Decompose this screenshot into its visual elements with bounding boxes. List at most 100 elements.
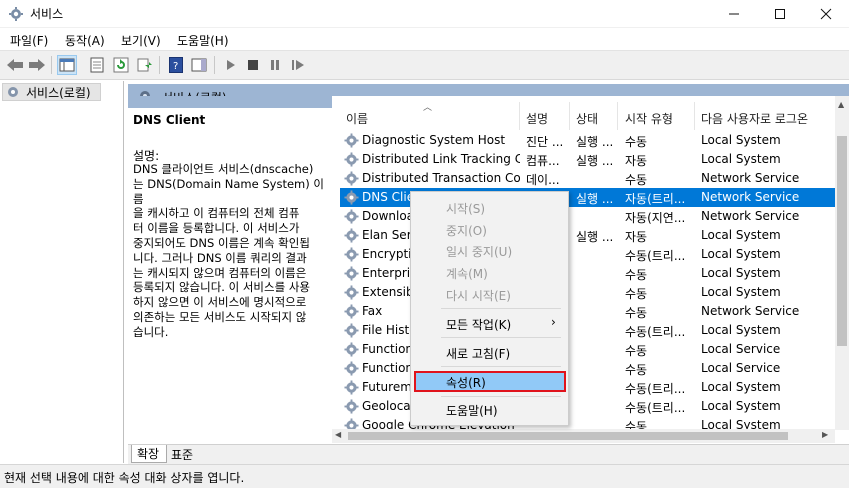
back-button[interactable] — [5, 55, 25, 75]
description-text: DNS 클라이언트 서비스(dnscache) 는 DNS(Domain Name… — [133, 162, 333, 340]
status-text: 현재 선택 내용에 대한 속성 대화 상자를 엽니다. — [4, 471, 245, 485]
service-gear-icon — [344, 171, 359, 186]
services-gear-icon — [9, 7, 23, 21]
service-gear-icon — [344, 152, 359, 167]
cell-desc: 데이... — [526, 173, 560, 187]
menu-separator — [441, 308, 561, 309]
console-tree-icon[interactable] — [57, 55, 77, 75]
forward-button[interactable] — [27, 55, 47, 75]
vertical-scrollbar[interactable]: ▲ — [835, 96, 849, 430]
menu-item-pause[interactable]: 일시 중지(U) — [446, 243, 512, 260]
refresh-icon[interactable] — [111, 55, 131, 75]
services-gear-icon — [8, 87, 18, 97]
column-header-logon-as[interactable]: 다음 사용자로 로그온 — [701, 110, 808, 127]
column-header-startup-type[interactable]: 시작 유형 — [625, 110, 673, 127]
horizontal-scroll-thumb[interactable] — [348, 432, 788, 440]
menu-item-resume[interactable]: 계속(M) — [446, 265, 488, 282]
cell-startup: 수동 — [625, 344, 648, 358]
cell-name: Diagnostic System Host — [362, 133, 506, 147]
horizontal-scrollbar[interactable]: ◀ ▶ — [332, 429, 835, 443]
menu-item-start[interactable]: 시작(S) — [446, 200, 485, 217]
description-line: DNS 클라이언트 서비스(dnscache) — [133, 162, 314, 176]
tab-extended[interactable]: 확장 — [131, 445, 167, 463]
service-gear-icon — [344, 323, 359, 338]
menu-view[interactable]: 보기(V) — [121, 32, 161, 49]
description-line: 는 캐시되지 않으며 컴퓨터의 이름은 — [133, 265, 307, 280]
console-tree — [0, 81, 124, 463]
column-header-status[interactable]: 상태 — [576, 110, 598, 127]
cell-status: 실행 ... — [576, 230, 614, 244]
service-gear-icon — [344, 209, 359, 224]
start-service-icon[interactable] — [221, 55, 241, 75]
context-menu: 시작(S) 중지(O) 일시 중지(U) 계속(M) 다시 시작(E) 모든 작… — [410, 191, 569, 426]
scroll-up-icon[interactable]: ▲ — [838, 100, 844, 109]
service-row[interactable]: Distributed Link Tracking C... 컴퓨... 실행 ..… — [340, 150, 835, 169]
description-line: 터 이름을 등록합니다. 이 서비스가 — [133, 221, 300, 236]
cell-startup: 자동 — [625, 154, 648, 168]
stop-service-icon[interactable] — [243, 55, 263, 75]
service-row[interactable]: Diagnostic System Host 진단 ... 실행 ... 수동 Loca… — [340, 131, 835, 150]
export-list-icon[interactable] — [135, 55, 155, 75]
window-title: 서비스 — [30, 7, 64, 21]
menu-separator — [441, 396, 561, 397]
cell-name: Distributed Transaction Co... — [362, 171, 520, 185]
cell-logon: Network Service — [701, 190, 800, 204]
menu-help[interactable]: 도움말(H) — [177, 32, 229, 49]
menu-item-restart[interactable]: 다시 시작(E) — [446, 287, 511, 304]
description-line: 을 캐시하고 이 컴퓨터의 전체 컴퓨 — [133, 206, 300, 221]
restart-service-icon[interactable] — [288, 55, 308, 75]
cell-desc: 컴퓨... — [526, 154, 560, 168]
description-line: 하지 않으면 이 서비스에 명시적으로 — [133, 295, 307, 310]
cell-logon: Local System — [701, 399, 781, 413]
console-icon[interactable] — [189, 55, 209, 75]
column-divider — [519, 102, 520, 130]
cell-startup: 수동 — [625, 135, 648, 149]
description-line: 니다. 그러나 DNS 이름 쿼리의 결과 — [133, 250, 307, 265]
svg-text:?: ? — [173, 61, 178, 72]
menu-separator — [441, 337, 561, 338]
service-gear-icon — [344, 361, 359, 376]
service-gear-icon — [344, 304, 359, 319]
cell-startup: 수동 — [625, 306, 648, 320]
vertical-scroll-thumb[interactable] — [837, 136, 847, 346]
help-icon[interactable]: ? — [166, 55, 186, 75]
column-header-description[interactable]: 설명 — [526, 110, 548, 127]
cell-startup: 자동(지연... — [625, 211, 686, 225]
cell-startup: 수동 — [625, 363, 648, 377]
sort-ascending-icon: ︿ — [423, 103, 433, 113]
cell-desc: 진단 ... — [526, 135, 564, 149]
service-gear-icon — [344, 133, 359, 148]
cell-startup: 자동(트리... — [625, 192, 686, 206]
menu-separator — [441, 366, 561, 367]
cell-logon: Local System — [701, 266, 781, 280]
maximize-button[interactable] — [757, 0, 803, 28]
service-row[interactable]: Distributed Transaction Co... 데이... 수동 Netw… — [340, 169, 835, 188]
cell-startup: 수동(트리... — [625, 382, 686, 396]
menu-item-stop[interactable]: 중지(O) — [446, 222, 487, 239]
service-gear-icon — [344, 247, 359, 262]
menu-item-help[interactable]: 도움말(H) — [446, 402, 498, 419]
tab-standard[interactable]: 표준 — [168, 446, 200, 463]
cell-logon: Local System — [701, 133, 781, 147]
minimize-button[interactable] — [711, 0, 757, 28]
view-tabs — [128, 444, 849, 464]
pause-service-icon[interactable] — [265, 55, 285, 75]
service-gear-icon — [344, 380, 359, 395]
menu-file[interactable]: 파일(F) — [10, 32, 48, 49]
close-button[interactable] — [803, 0, 849, 28]
menu-action[interactable]: 동작(A) — [65, 32, 105, 49]
properties-sheet-icon[interactable] — [87, 55, 107, 75]
description-line: 의존하는 모든 서비스도 시작되지 않 — [133, 309, 307, 324]
cell-startup: 수동(트리... — [625, 401, 686, 415]
scroll-right-icon[interactable]: ▶ — [822, 430, 828, 439]
scroll-left-icon[interactable]: ◀ — [335, 430, 341, 439]
column-divider — [569, 102, 570, 130]
cell-logon: Local Service — [701, 342, 781, 356]
column-divider — [694, 102, 695, 130]
menu-item-all-tasks[interactable]: 모든 작업(K) — [446, 316, 511, 333]
column-header-name[interactable]: 이름 — [346, 110, 368, 127]
menu-item-properties[interactable]: 속성(R) — [414, 371, 566, 392]
menu-item-refresh[interactable]: 새로 고침(F) — [446, 345, 510, 362]
menu-item-properties-label: 속성(R) — [446, 376, 486, 390]
cell-logon: Local System — [701, 228, 781, 242]
